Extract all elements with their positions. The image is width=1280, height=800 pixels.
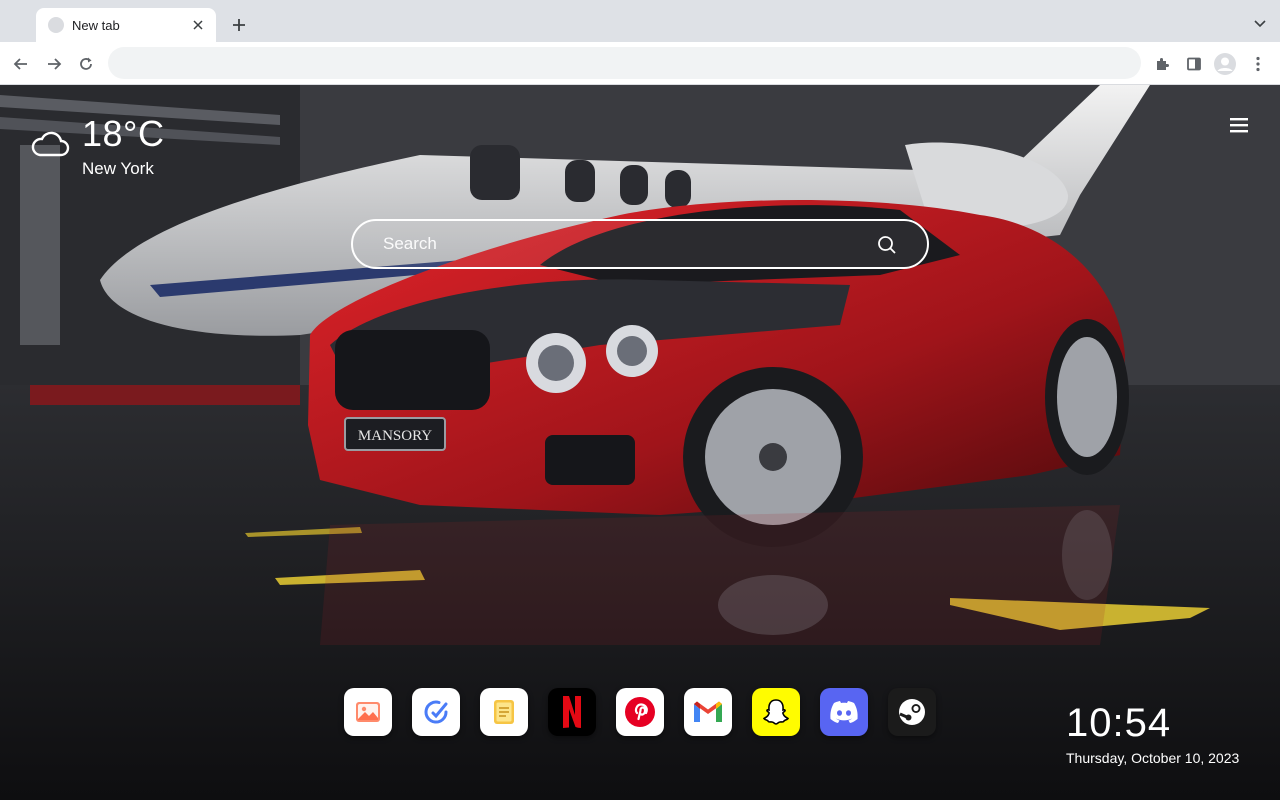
snapchat-icon [762, 699, 790, 725]
note-icon [494, 700, 514, 724]
arrow-left-icon [13, 58, 27, 70]
tab-title: New tab [72, 17, 120, 33]
browser-menu-icon[interactable] [1245, 51, 1271, 77]
reload-icon [80, 57, 92, 70]
browser-toolbar [0, 42, 1280, 85]
pinterest-icon [625, 697, 655, 727]
tab-new-tab[interactable]: New tab [36, 8, 216, 42]
check-circle-icon [424, 700, 448, 724]
dock-app-photos[interactable] [344, 688, 392, 736]
dock-app-snapchat[interactable] [752, 688, 800, 736]
search-input[interactable] [353, 221, 873, 267]
weather-city: New York [82, 159, 154, 178]
extensions-puzzle-icon[interactable] [1149, 51, 1175, 77]
reload-button[interactable] [73, 51, 99, 77]
weather-temperature: 18°C [82, 113, 165, 154]
tab-favicon-icon [48, 17, 64, 33]
tab-strip: New tab [0, 0, 1280, 42]
clock-time: 10:54 [1066, 701, 1172, 745]
gmail-icon [694, 701, 722, 722]
image-icon [356, 702, 380, 722]
tab-search-chevron-down-icon[interactable] [1250, 14, 1270, 34]
dock-app-notes[interactable] [480, 688, 528, 736]
app-dock [344, 688, 936, 736]
netflix-icon [563, 696, 581, 728]
dock-app-netflix[interactable] [548, 688, 596, 736]
tab-close-icon[interactable] [190, 17, 206, 33]
cloud-icon [31, 131, 70, 157]
hamburger-menu-icon[interactable] [1228, 115, 1250, 135]
dock-app-gmail[interactable] [684, 688, 732, 736]
dock-app-pinterest[interactable] [616, 688, 664, 736]
search-bar [351, 219, 929, 269]
license-plate-text: MANSORY [358, 428, 432, 444]
dock-app-steam[interactable] [888, 688, 936, 736]
discord-icon [830, 701, 858, 723]
arrow-right-icon [48, 58, 62, 70]
dock-app-discord[interactable] [820, 688, 868, 736]
new-tab-page: MANSORY 18°C New York Search 10:54 Thurs… [0, 85, 1280, 800]
address-bar-input[interactable] [108, 47, 1141, 79]
side-panel-icon[interactable] [1181, 51, 1207, 77]
forward-button[interactable] [41, 51, 67, 77]
profile-avatar-icon[interactable] [1212, 51, 1238, 77]
back-button[interactable] [8, 51, 34, 77]
new-tab-button[interactable] [226, 12, 252, 38]
dock-app-todo[interactable] [412, 688, 460, 736]
steam-icon [899, 699, 925, 725]
search-icon[interactable] [877, 235, 897, 255]
clock-date: Thursday, October 10, 2023 [1066, 750, 1240, 766]
